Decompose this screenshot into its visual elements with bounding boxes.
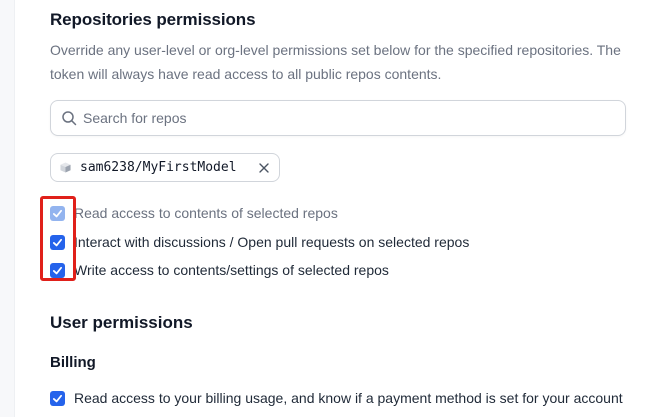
repo-search-input[interactable] xyxy=(83,101,613,135)
highlight-annotation-box xyxy=(40,196,76,281)
repo-permission-write-row[interactable]: Write access to contents/settings of sel… xyxy=(50,261,389,279)
write-access-label[interactable]: Write access to contents/settings of sel… xyxy=(74,262,389,278)
checkmark-icon xyxy=(52,394,63,402)
repo-cube-icon xyxy=(60,162,71,173)
selected-repo-name: sam6238/MyFirstModel xyxy=(80,160,237,175)
selected-repo-chip: sam6238/MyFirstModel xyxy=(50,153,280,182)
billing-title: Billing xyxy=(50,354,96,371)
billing-read-checkbox[interactable] xyxy=(50,390,65,406)
read-access-label: Read access to contents of selected repo… xyxy=(74,205,338,221)
sidebar-edge xyxy=(0,0,15,417)
repo-permission-discussions-row[interactable]: Interact with discussions / Open pull re… xyxy=(50,233,469,251)
remove-repo-close-icon[interactable] xyxy=(259,162,269,173)
repositories-permissions-description: Override any user-level or org-level per… xyxy=(50,42,621,82)
user-permissions-title: User permissions xyxy=(50,313,193,332)
billing-read-label[interactable]: Read access to your billing usage, and k… xyxy=(74,390,623,406)
repo-permission-read-row: Read access to contents of selected repo… xyxy=(50,204,338,222)
discussions-label[interactable]: Interact with discussions / Open pull re… xyxy=(74,234,469,250)
billing-permission-row[interactable]: Read access to your billing usage, and k… xyxy=(50,389,623,407)
repositories-permissions-title: Repositories permissions xyxy=(50,10,256,29)
search-icon xyxy=(62,111,77,126)
repo-search-box[interactable] xyxy=(50,100,626,136)
